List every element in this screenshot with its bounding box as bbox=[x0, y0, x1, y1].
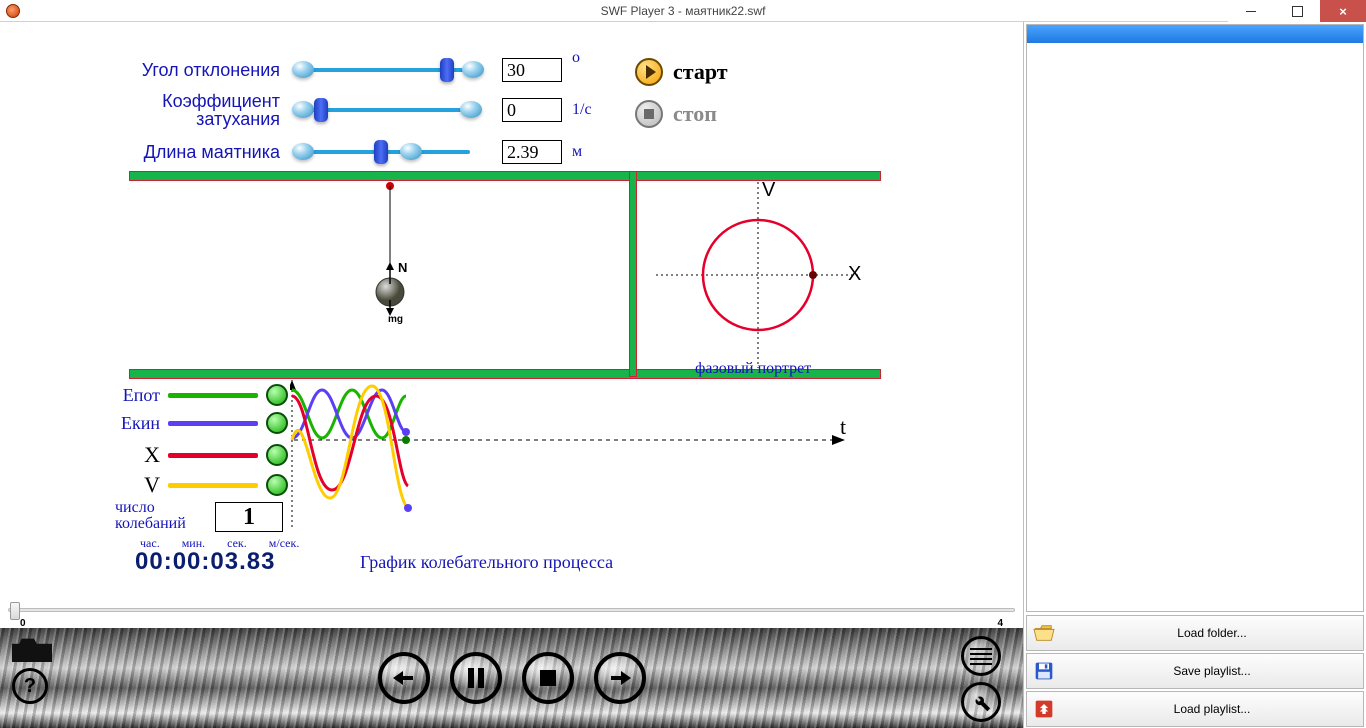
playlist-toggle-button[interactable] bbox=[961, 636, 1001, 676]
toggle-ekin[interactable] bbox=[266, 412, 288, 434]
phase-caption: фазовый портрет bbox=[695, 360, 811, 378]
toggle-v[interactable] bbox=[266, 474, 288, 496]
load-playlist-icon bbox=[1027, 699, 1061, 719]
svg-text:mg: mg bbox=[388, 314, 403, 325]
osc-count-label: число колебаний bbox=[115, 500, 186, 532]
seek-bar[interactable]: 0 4 bbox=[0, 600, 1023, 628]
svg-text:N: N bbox=[398, 260, 407, 275]
player-toolbar: ? bbox=[0, 628, 1023, 728]
damping-value[interactable]: 0 bbox=[502, 98, 562, 122]
legend-x-line bbox=[168, 453, 258, 458]
pendulum-view: N mg bbox=[130, 172, 630, 378]
damping-label: Коэффициент затухания bbox=[110, 92, 280, 128]
settings-button[interactable] bbox=[961, 682, 1001, 722]
playlist-item-selected[interactable] bbox=[1027, 25, 1363, 43]
length-unit: м bbox=[572, 143, 582, 161]
load-playlist-button[interactable]: Load playlist... bbox=[1026, 691, 1364, 727]
start-button-icon[interactable] bbox=[635, 58, 663, 86]
legend-x-label: X bbox=[110, 442, 160, 468]
prev-button[interactable] bbox=[378, 652, 430, 704]
side-panel: Load folder... Save playlist... Load pla… bbox=[1023, 22, 1366, 728]
playlist[interactable] bbox=[1026, 24, 1364, 612]
svg-text:X: X bbox=[848, 263, 861, 285]
legend-epot-label: Епот bbox=[110, 385, 160, 406]
pause-button[interactable] bbox=[450, 652, 502, 704]
titlebar: SWF Player 3 - маятник22.swf × bbox=[0, 0, 1366, 22]
oscillation-graph bbox=[290, 380, 860, 540]
load-folder-button[interactable]: Load folder... bbox=[1026, 615, 1364, 651]
window-close-button[interactable]: × bbox=[1320, 0, 1366, 22]
stop-button-icon[interactable] bbox=[635, 100, 663, 128]
legend-ekin-label: Екин bbox=[110, 413, 160, 434]
window-title: SWF Player 3 - маятник22.swf bbox=[0, 4, 1366, 18]
stop-button[interactable] bbox=[522, 652, 574, 704]
legend-epot-line bbox=[168, 393, 258, 398]
stop-button-label[interactable]: стоп bbox=[673, 101, 717, 127]
toggle-x[interactable] bbox=[266, 444, 288, 466]
length-slider[interactable] bbox=[292, 142, 482, 162]
open-file-button[interactable] bbox=[12, 636, 52, 662]
legend-v-label: V bbox=[110, 472, 160, 498]
help-button[interactable]: ? bbox=[12, 668, 48, 704]
save-playlist-button[interactable]: Save playlist... bbox=[1026, 653, 1364, 689]
damping-unit: 1/c bbox=[572, 101, 592, 119]
svg-text:V: V bbox=[762, 179, 776, 201]
next-button[interactable] bbox=[594, 652, 646, 704]
toggle-epot[interactable] bbox=[266, 384, 288, 406]
angle-value[interactable]: 30 bbox=[502, 58, 562, 82]
angle-slider[interactable] bbox=[292, 60, 482, 80]
start-button-label[interactable]: старт bbox=[673, 59, 728, 85]
damping-slider[interactable] bbox=[292, 100, 482, 120]
angle-unit: o bbox=[572, 49, 580, 67]
t-axis-label: t bbox=[840, 414, 846, 440]
graph-caption: График колебательного процесса bbox=[360, 552, 613, 573]
phase-portrait: X V bbox=[636, 172, 880, 378]
angle-label: Угол отклонения bbox=[110, 61, 280, 79]
length-label: Длина маятника bbox=[110, 143, 280, 161]
folder-open-icon bbox=[1027, 623, 1061, 643]
window-minimize-button[interactable] bbox=[1228, 0, 1274, 22]
swf-stage: Угол отклонения 30 o Коэффициент затухан… bbox=[0, 22, 1023, 600]
legend-ekin-line bbox=[168, 421, 258, 426]
timer-value: 00:00:03.83 bbox=[135, 548, 275, 576]
length-value[interactable]: 2.39 bbox=[502, 140, 562, 164]
save-icon bbox=[1027, 661, 1061, 681]
osc-count-value: 1 bbox=[215, 502, 283, 532]
app-icon bbox=[6, 4, 20, 18]
window-maximize-button[interactable] bbox=[1274, 0, 1320, 22]
legend-v-line bbox=[168, 483, 258, 488]
